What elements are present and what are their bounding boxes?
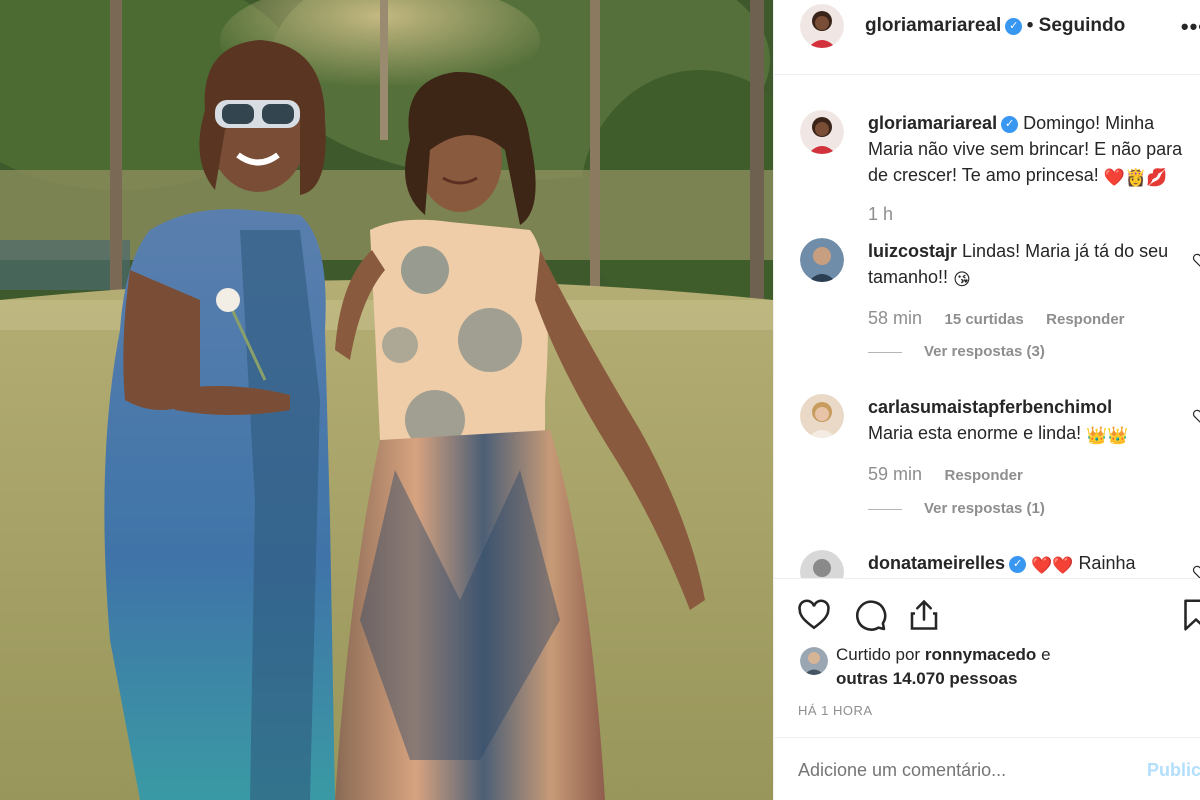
heart-small-icon[interactable] [1192, 408, 1200, 424]
comment-text: donatameirelles ✓ ❤️❤️ Rainha [868, 550, 1198, 578]
caption-emojis: ❤️👸💋 [1103, 168, 1168, 187]
header-user-row: gloriamariareal ✓ • Seguindo [865, 15, 1125, 37]
post-side-panel: gloriamariareal✓ • Seguindo ••• gloriama… [773, 0, 1200, 800]
comment-icon[interactable] [852, 597, 888, 633]
likes-prefix: Curtido por [836, 645, 921, 664]
comment-text: luizcostajr Lindas! Maria já tá do seu t… [868, 238, 1188, 293]
follow-button[interactable]: Seguindo [1039, 15, 1126, 36]
likes-summary: Curtido por ronnymacedo e outras 14.070 … [836, 643, 1051, 691]
comment-avatar-image [800, 238, 844, 282]
likes-others[interactable]: outras 14.070 pessoas [836, 669, 1017, 688]
photo-illustration [0, 0, 773, 800]
verified-badge-icon: ✓ [1009, 556, 1027, 573]
caption-avatar[interactable] [800, 110, 844, 154]
caption-meta: 1 h [868, 204, 911, 225]
author-avatar[interactable] [800, 4, 844, 48]
view-replies-button[interactable]: Ver respostas (3) [868, 343, 1045, 360]
share-icon[interactable] [906, 597, 942, 633]
comments-list[interactable]: gloriamariareal ✓ Domingo! Minha Maria nã… [774, 76, 1200, 578]
comment-avatar[interactable] [800, 394, 844, 438]
comment-avatar[interactable] [800, 550, 844, 578]
comment-meta: 58 min 15 curtidas Responder [868, 308, 1143, 329]
caption-time[interactable]: 1 h [868, 204, 893, 224]
comment-username[interactable]: luizcostajr [868, 241, 957, 261]
view-replies-button[interactable]: Ver respostas (1) [868, 500, 1045, 517]
verified-badge-icon: ✓ [1005, 18, 1023, 35]
caption-avatar-image [800, 110, 844, 154]
post-photo[interactable] [0, 0, 773, 800]
comment-emoji: ❤️❤️ [1031, 556, 1074, 575]
reply-button[interactable]: Responder [1046, 311, 1124, 328]
view-replies-label: Ver respostas (1) [924, 500, 1045, 517]
caption-username[interactable]: gloriamariareal [868, 113, 997, 133]
bookmark-icon[interactable] [1178, 597, 1200, 633]
reply-button[interactable]: Responder [944, 467, 1022, 484]
comment-input[interactable] [798, 760, 1118, 781]
replies-divider [868, 351, 902, 353]
liker-avatar-image [800, 647, 828, 675]
comment-emoji: 😘 [953, 270, 971, 289]
comment-avatar-image [800, 394, 844, 438]
more-options-icon[interactable]: ••• [1181, 14, 1200, 40]
comment-avatar[interactable] [800, 238, 844, 282]
author-avatar-image [800, 4, 844, 48]
add-comment-box: Publicar [774, 737, 1200, 800]
comment-username[interactable]: donatameirelles [868, 553, 1005, 573]
comment-likes-count[interactable]: 15 curtidas [944, 311, 1023, 328]
heart-small-icon[interactable] [1192, 564, 1200, 578]
comment-time[interactable]: 58 min [868, 308, 922, 328]
liker-username[interactable]: ronnymacedo [925, 645, 1036, 664]
like-icon[interactable] [796, 597, 832, 633]
replies-divider [868, 508, 902, 510]
post-timestamp[interactable]: HÁ 1 HORA [798, 703, 873, 718]
post-actions: Curtido por ronnymacedo e outras 14.070 … [774, 578, 1200, 800]
author-username[interactable]: gloriamariareal [865, 15, 1001, 36]
caption-text: gloriamariareal ✓ Domingo! Minha Maria nã… [868, 110, 1198, 191]
comment-avatar-image [800, 550, 844, 578]
comment-body: Rainha [1078, 553, 1136, 573]
comment-time[interactable]: 59 min [868, 464, 922, 484]
publish-button[interactable]: Publicar [1147, 760, 1200, 781]
comment-username[interactable]: carlasumaistapferbenchimol [868, 397, 1112, 417]
comment-text: carlasumaistapferbenchimol Maria esta en… [868, 394, 1188, 449]
liker-avatar[interactable] [800, 647, 828, 675]
post-header: gloriamariareal✓ • Seguindo ••• [774, 0, 1200, 75]
verified-badge-icon: ✓ [1001, 116, 1019, 133]
likes-middle: e [1041, 645, 1051, 664]
comment-body: Maria esta enorme e linda! [868, 423, 1082, 443]
comment-meta: 59 min Responder [868, 464, 1041, 485]
comment-emoji: 👑👑 [1086, 426, 1129, 445]
heart-small-icon[interactable] [1192, 252, 1200, 268]
follow-separator: • [1026, 15, 1039, 36]
view-replies-label: Ver respostas (3) [924, 343, 1045, 360]
